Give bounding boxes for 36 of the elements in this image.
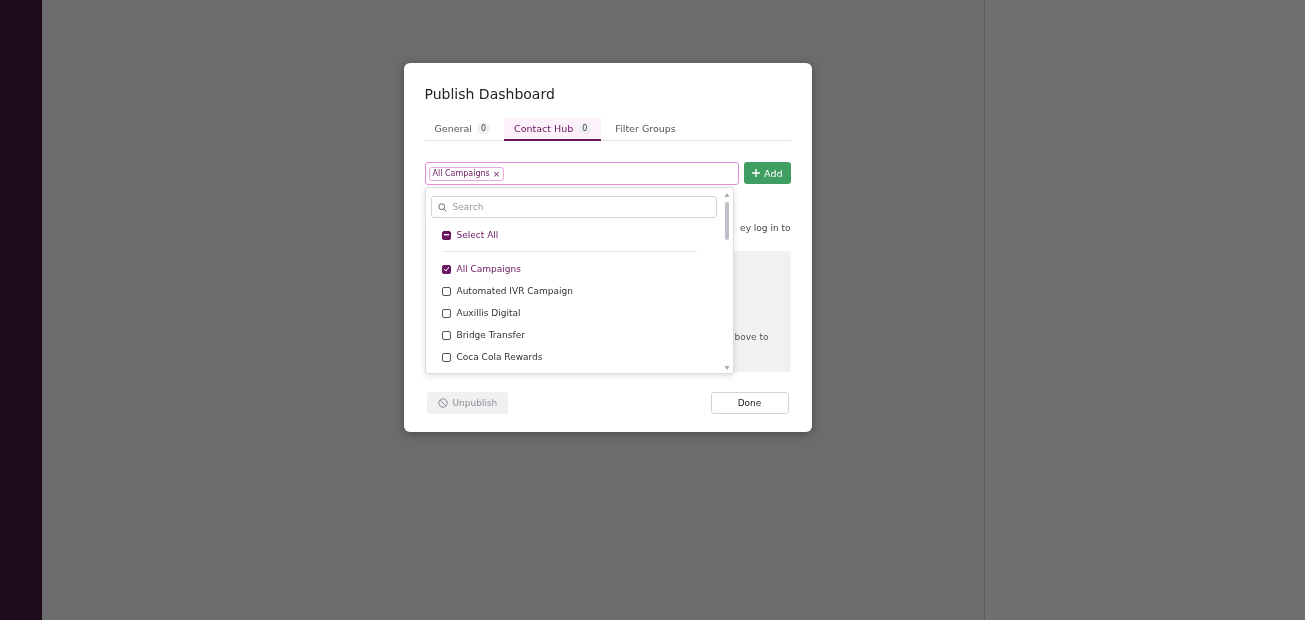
- count-badge: 0: [578, 123, 592, 134]
- empty-state-text: bove to: [734, 332, 769, 342]
- description-text: ey log in to: [739, 223, 791, 233]
- scrollbar[interactable]: [722, 192, 731, 371]
- chip-label: All Campaigns: [432, 169, 490, 178]
- tab[interactable]: Filter Groups: [605, 118, 686, 141]
- campaign-option[interactable]: All Campaigns: [430, 258, 717, 280]
- campaign-select-field[interactable]: All Campaigns ×: [424, 162, 740, 185]
- option-label: Auxillis Digital: [456, 308, 521, 318]
- checkbox[interactable]: [441, 308, 451, 318]
- select-all-option[interactable]: Select All: [430, 224, 717, 246]
- search-field[interactable]: Search: [430, 196, 717, 218]
- chip-remove-button[interactable]: ×: [492, 168, 501, 179]
- option-label: Automated IVR Campaign: [456, 286, 573, 296]
- checkbox[interactable]: [441, 264, 451, 274]
- minus-icon: [443, 234, 449, 236]
- option-label: Bridge Transfer: [456, 330, 525, 340]
- plus-icon: [752, 169, 761, 177]
- campaign-option[interactable]: Automated IVR Campaign: [430, 280, 717, 302]
- search-icon: [437, 202, 447, 212]
- campaign-option[interactable]: Coca Cola Rewards: [430, 346, 717, 368]
- prohibited-icon: [437, 398, 448, 408]
- checkbox[interactable]: [441, 230, 451, 240]
- tab[interactable]: Contact Hub 0: [504, 118, 602, 141]
- done-button[interactable]: Done: [710, 392, 789, 414]
- checkbox[interactable]: [441, 330, 451, 340]
- option-label: Select All: [456, 230, 499, 240]
- tab[interactable]: General 0: [424, 118, 501, 141]
- campaign-option[interactable]: Bridge Transfer: [430, 324, 717, 346]
- checkbox[interactable]: [441, 352, 451, 362]
- option-label: Coca Cola Rewards: [456, 352, 543, 362]
- count-badge: 0: [476, 123, 491, 134]
- campaign-option[interactable]: Auxillis Digital: [430, 302, 717, 324]
- option-label: All Campaigns: [456, 264, 521, 274]
- dialog-title: Publish Dashboard: [424, 86, 556, 102]
- checkbox[interactable]: [441, 286, 451, 296]
